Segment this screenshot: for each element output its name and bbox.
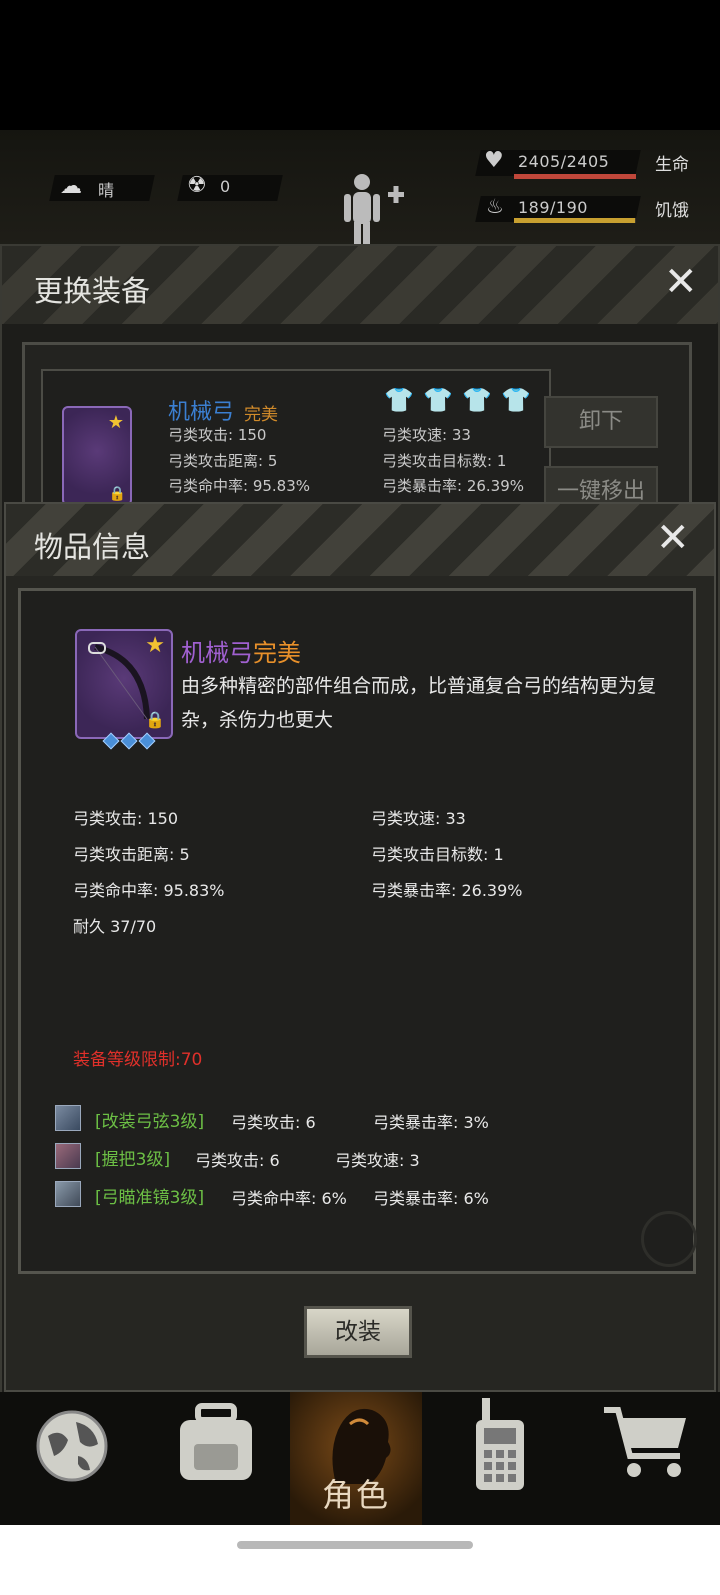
shirt-icon: 👕 (384, 386, 414, 414)
home-indicator[interactable] (237, 1541, 473, 1549)
health-value: 2405/2405 (518, 152, 610, 171)
stat-right-1: 弓类攻速: 33 (382, 426, 471, 444)
shirt-icon: 👕 (461, 386, 492, 414)
stat-bow-crit-rate: 弓类暴击率: 26.39% (371, 881, 523, 900)
nav-item-backpack[interactable] (144, 1392, 288, 1525)
system-nav-area (0, 1525, 720, 1595)
hunger-bar-fill (514, 218, 636, 223)
shopping-cart-icon (604, 1407, 686, 1477)
watermark-emblem (641, 1211, 697, 1267)
mod-effect: 弓类攻速: 3 (335, 1151, 420, 1170)
health-label: 生命 (655, 155, 689, 175)
armor-slots: 👕 👕 👕 👕 (384, 386, 531, 414)
globe-icon (36, 1410, 108, 1482)
bowstring-mod-icon (55, 1105, 81, 1131)
level-requirement: 装备等级限制:70 (73, 1050, 203, 1070)
item-info-panel: 物品信息 ✕ ★ 🔒 机械弓 完美 由多种精密的部件组合而成，比普通复合弓的结构… (4, 502, 716, 1392)
mod-effect: 弓类攻击: 6 (231, 1113, 316, 1132)
mod-name: [改装弓弦3级] (95, 1112, 205, 1132)
item-name: 机械弓 (181, 639, 253, 667)
panel-title: 更换装备 (34, 274, 151, 308)
stat-left-3: 弓类命中率: 95.83% (168, 477, 311, 495)
stat-bow-hit-rate: 弓类命中率: 95.83% (73, 881, 225, 900)
nav-item-character[interactable]: 角色 (290, 1392, 422, 1525)
health-bar (514, 174, 636, 179)
health-bar-fill (514, 174, 636, 179)
lock-icon: 🔒 (145, 710, 165, 729)
mod-name: [弓瞄准镜3级] (95, 1188, 205, 1208)
stat-right-3: 弓类暴击率: 26.39% (382, 477, 525, 495)
modify-button[interactable]: 改装 (304, 1306, 412, 1358)
mod-effect: 弓类暴击率: 6% (373, 1189, 489, 1208)
stat-left-2: 弓类攻击距离: 5 (168, 452, 278, 470)
stat-bow-attack-speed: 弓类攻速: 33 (371, 809, 466, 828)
star-icon: ★ (145, 633, 165, 658)
heart-icon: ♥ (484, 148, 504, 173)
shirt-icon: 👕 (500, 386, 531, 414)
lock-icon: 🔒 (108, 486, 126, 502)
nav-item-map[interactable] (0, 1392, 144, 1525)
nav-item-label: 角色 (322, 1476, 391, 1514)
star-icon: ★ (107, 412, 124, 433)
stat-bow-range: 弓类攻击距离: 5 (73, 845, 190, 864)
mod-effect: 弓类攻击: 6 (195, 1151, 280, 1170)
item-name: 机械弓 (168, 400, 235, 425)
cloud-sun-icon: ☁ (60, 174, 82, 199)
hunger-bar (514, 218, 636, 223)
shirt-icon: 👕 (422, 386, 453, 414)
close-icon[interactable]: ✕ (664, 262, 698, 302)
bow-item-icon: ★ 🔒 (75, 629, 173, 739)
unequip-button[interactable]: 卸下 (544, 396, 658, 448)
body-status-icon[interactable] (340, 170, 410, 250)
item-quality: 完美 (244, 405, 278, 425)
stat-left-1: 弓类攻击: 150 (168, 426, 267, 444)
radiation-icon: ☢ (187, 173, 207, 198)
backpack-icon (180, 1403, 252, 1480)
grip-mod-icon (55, 1143, 81, 1169)
nav-item-radio[interactable] (432, 1392, 576, 1525)
item-quality: 完美 (253, 639, 301, 667)
walkie-talkie-icon (476, 1398, 524, 1490)
close-icon[interactable]: ✕ (656, 518, 690, 558)
stat-bow-attack: 弓类攻击: 150 (73, 809, 179, 828)
stomach-icon: ♨ (486, 194, 504, 218)
status-bar: ☁ 晴 ☢ 0 ♥ 2405/2405 生命 ♨ 189/190 饥饿 (0, 130, 720, 250)
bottom-nav: 角色 (0, 1392, 720, 1525)
item-description: 由多种精密的部件组合而成，比普通复合弓的结构更为复杂，杀伤力也更大 (181, 675, 657, 731)
weather-label: 晴 (98, 181, 115, 200)
durability: 耐久 37/70 (73, 917, 157, 936)
mod-name: [握把3级] (95, 1150, 171, 1170)
panel-title: 物品信息 (34, 530, 151, 564)
stat-bow-targets: 弓类攻击目标数: 1 (371, 845, 504, 864)
hunger-label: 饥饿 (655, 201, 689, 221)
hunger-value: 189/190 (518, 198, 588, 217)
radiation-value: 0 (220, 177, 231, 196)
nav-item-shop[interactable] (576, 1392, 720, 1525)
mod-effect: 弓类暴击率: 3% (373, 1113, 489, 1132)
mod-effect: 弓类命中率: 6% (231, 1189, 347, 1208)
stat-right-2: 弓类攻击目标数: 1 (382, 452, 507, 470)
scope-mod-icon (55, 1181, 81, 1207)
bow-item-icon: ★ 🔒 (62, 406, 132, 506)
item-info-content: ★ 🔒 机械弓 完美 由多种精密的部件组合而成，比普通复合弓的结构更为复杂，杀伤… (18, 588, 697, 1274)
